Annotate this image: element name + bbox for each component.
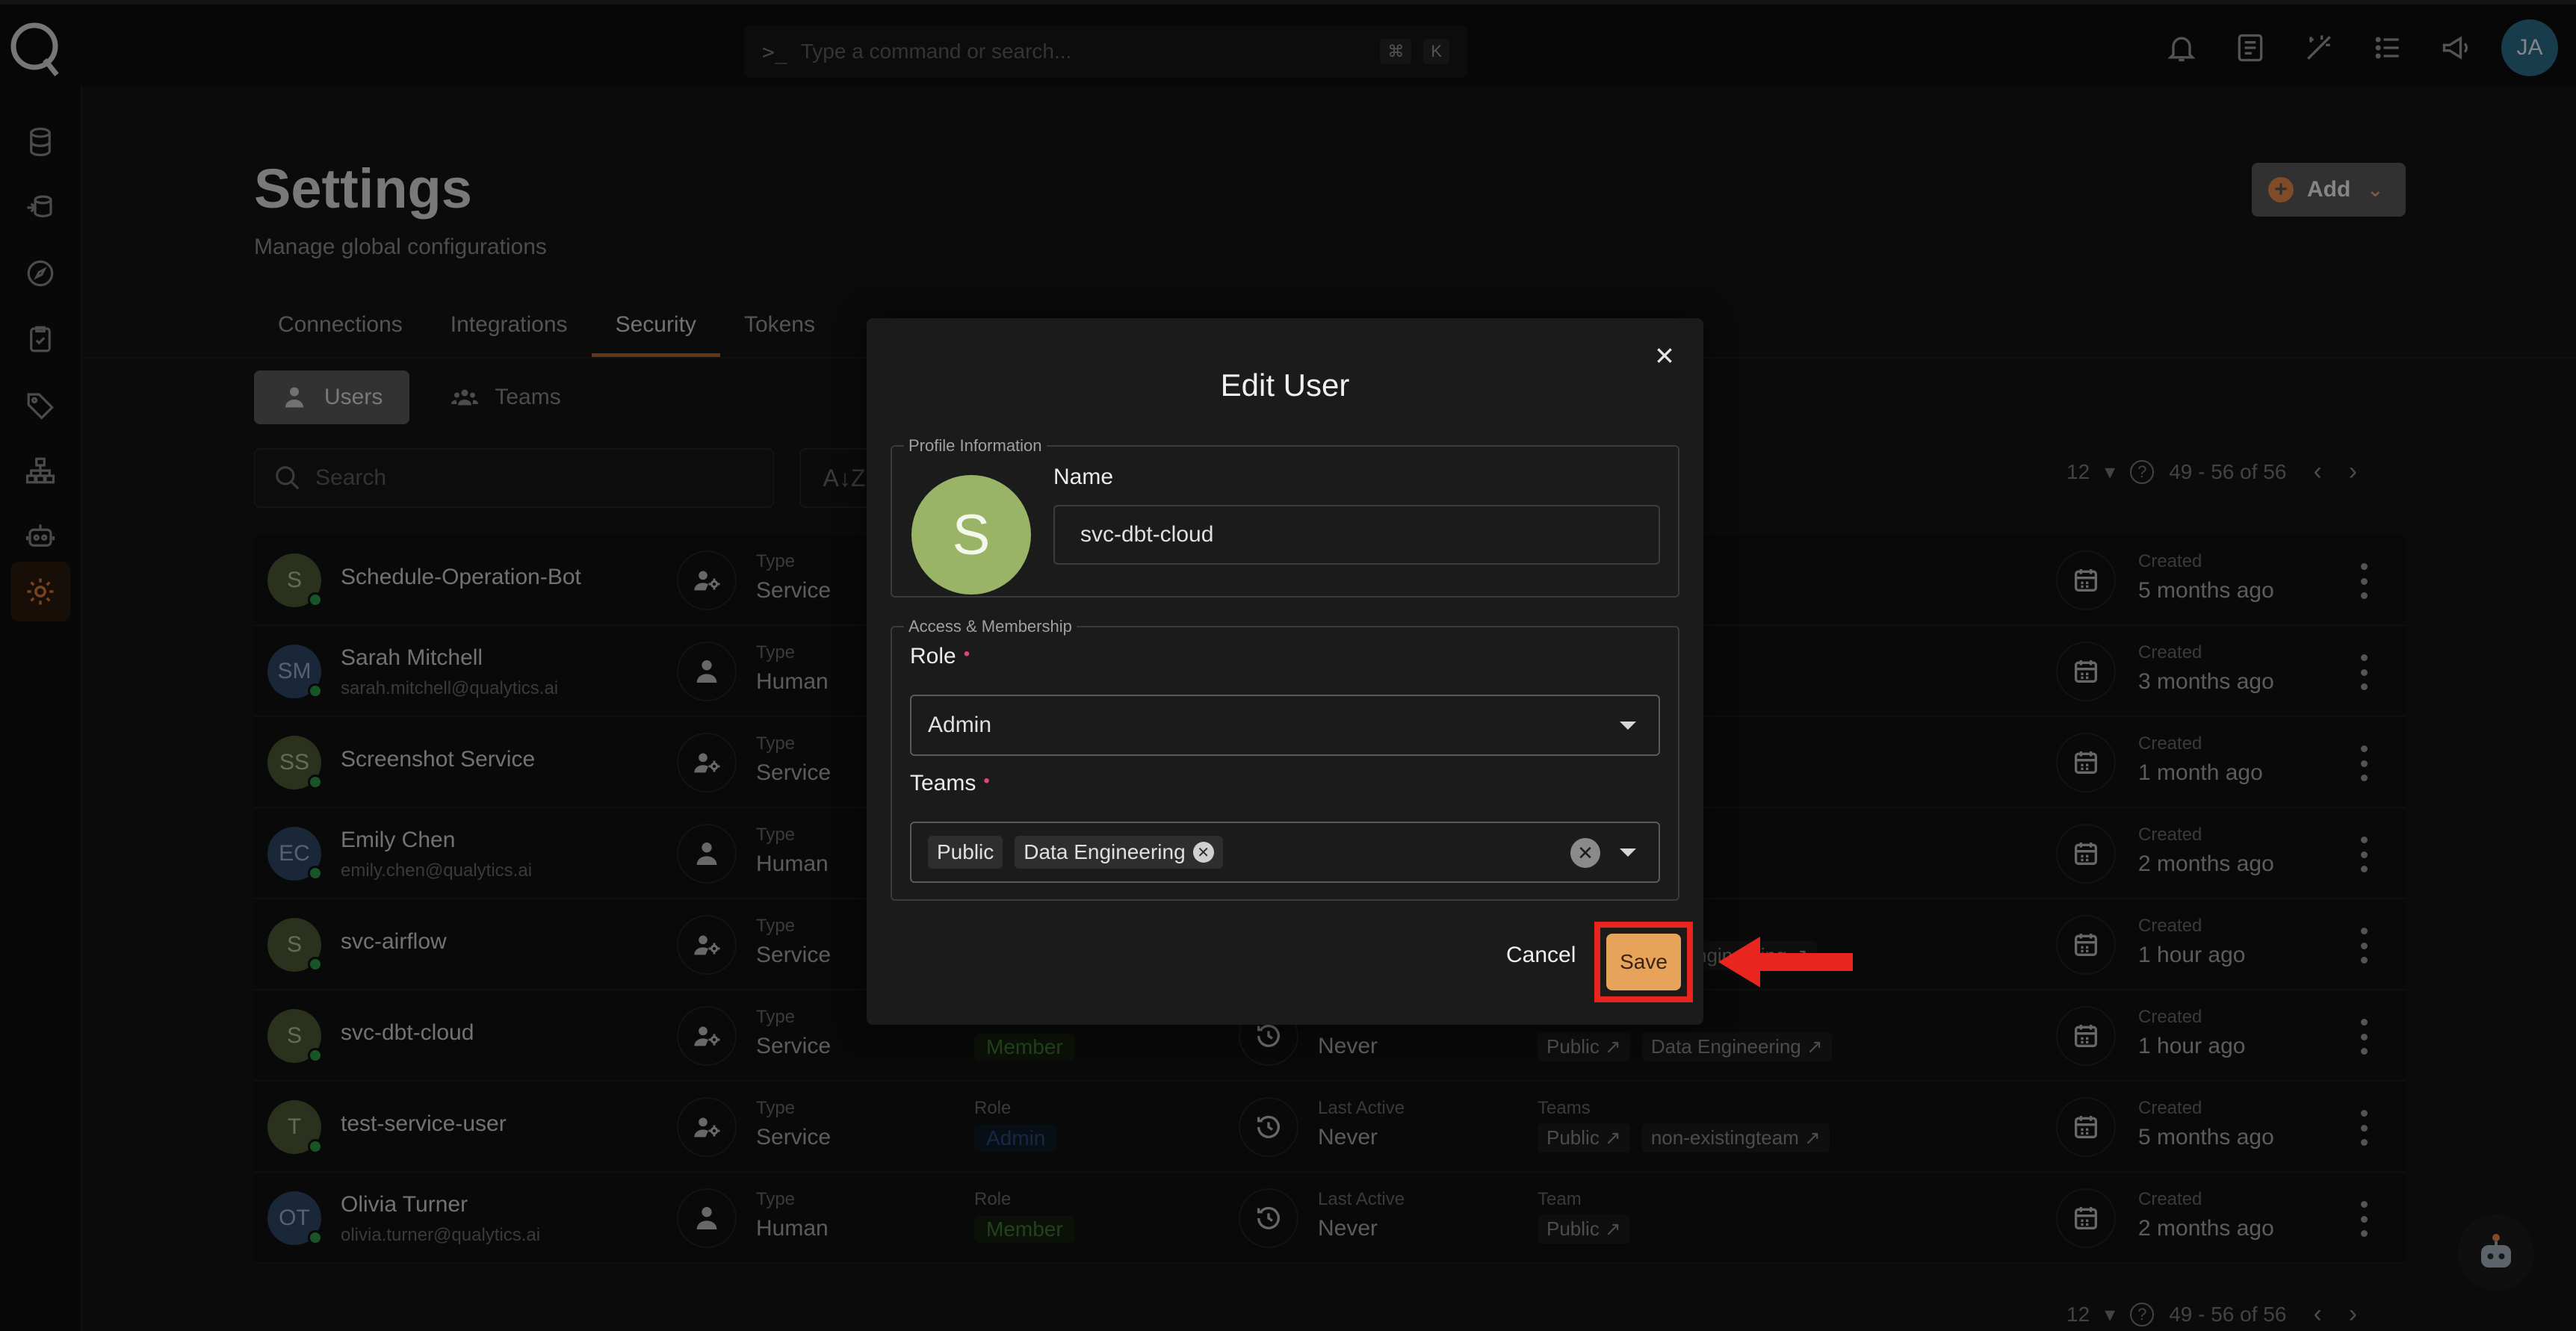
clear-icon[interactable]: ✕ [1570, 838, 1600, 868]
required-indicator: • [983, 771, 990, 791]
dropdown-arrow-icon[interactable] [1620, 848, 1636, 857]
profile-information-section: Profile Information S Name svc-dbt-cloud [891, 436, 1679, 598]
team-tag-label: Data Engineering [1024, 840, 1186, 863]
teams-select[interactable]: Public Data Engineering ✕ ✕ [910, 822, 1660, 883]
avatar: S [911, 475, 1031, 595]
edit-user-modal: Edit User Profile Information S Name svc… [867, 318, 1703, 1025]
role-value: Admin [928, 713, 992, 737]
profile-legend: Profile Information [908, 436, 1042, 455]
teams-label: Teams • [910, 771, 990, 796]
team-tag-label: Public [937, 840, 994, 863]
team-tag-public: Public [928, 836, 1003, 869]
team-tag-data-engineering: Data Engineering ✕ [1015, 836, 1223, 869]
dropdown-arrow-icon[interactable] [1620, 722, 1636, 730]
role-label: Role • [910, 644, 970, 669]
name-field[interactable]: svc-dbt-cloud [1053, 505, 1660, 565]
role-select[interactable]: Admin [910, 695, 1660, 756]
save-button[interactable]: Save [1606, 934, 1681, 990]
access-legend: Access & Membership [908, 617, 1072, 636]
cancel-button[interactable]: Cancel [1506, 943, 1576, 968]
teams-label-text: Teams [910, 771, 976, 795]
role-label-text: Role [910, 644, 956, 668]
access-membership-section: Access & Membership Role • Admin Teams • P… [891, 617, 1679, 901]
modal-title: Edit User [1220, 367, 1350, 403]
required-indicator: • [963, 644, 970, 664]
red-arrow-annotation [1718, 937, 1853, 987]
name-label: Name [1053, 465, 1114, 489]
remove-tag-icon[interactable]: ✕ [1192, 842, 1214, 863]
